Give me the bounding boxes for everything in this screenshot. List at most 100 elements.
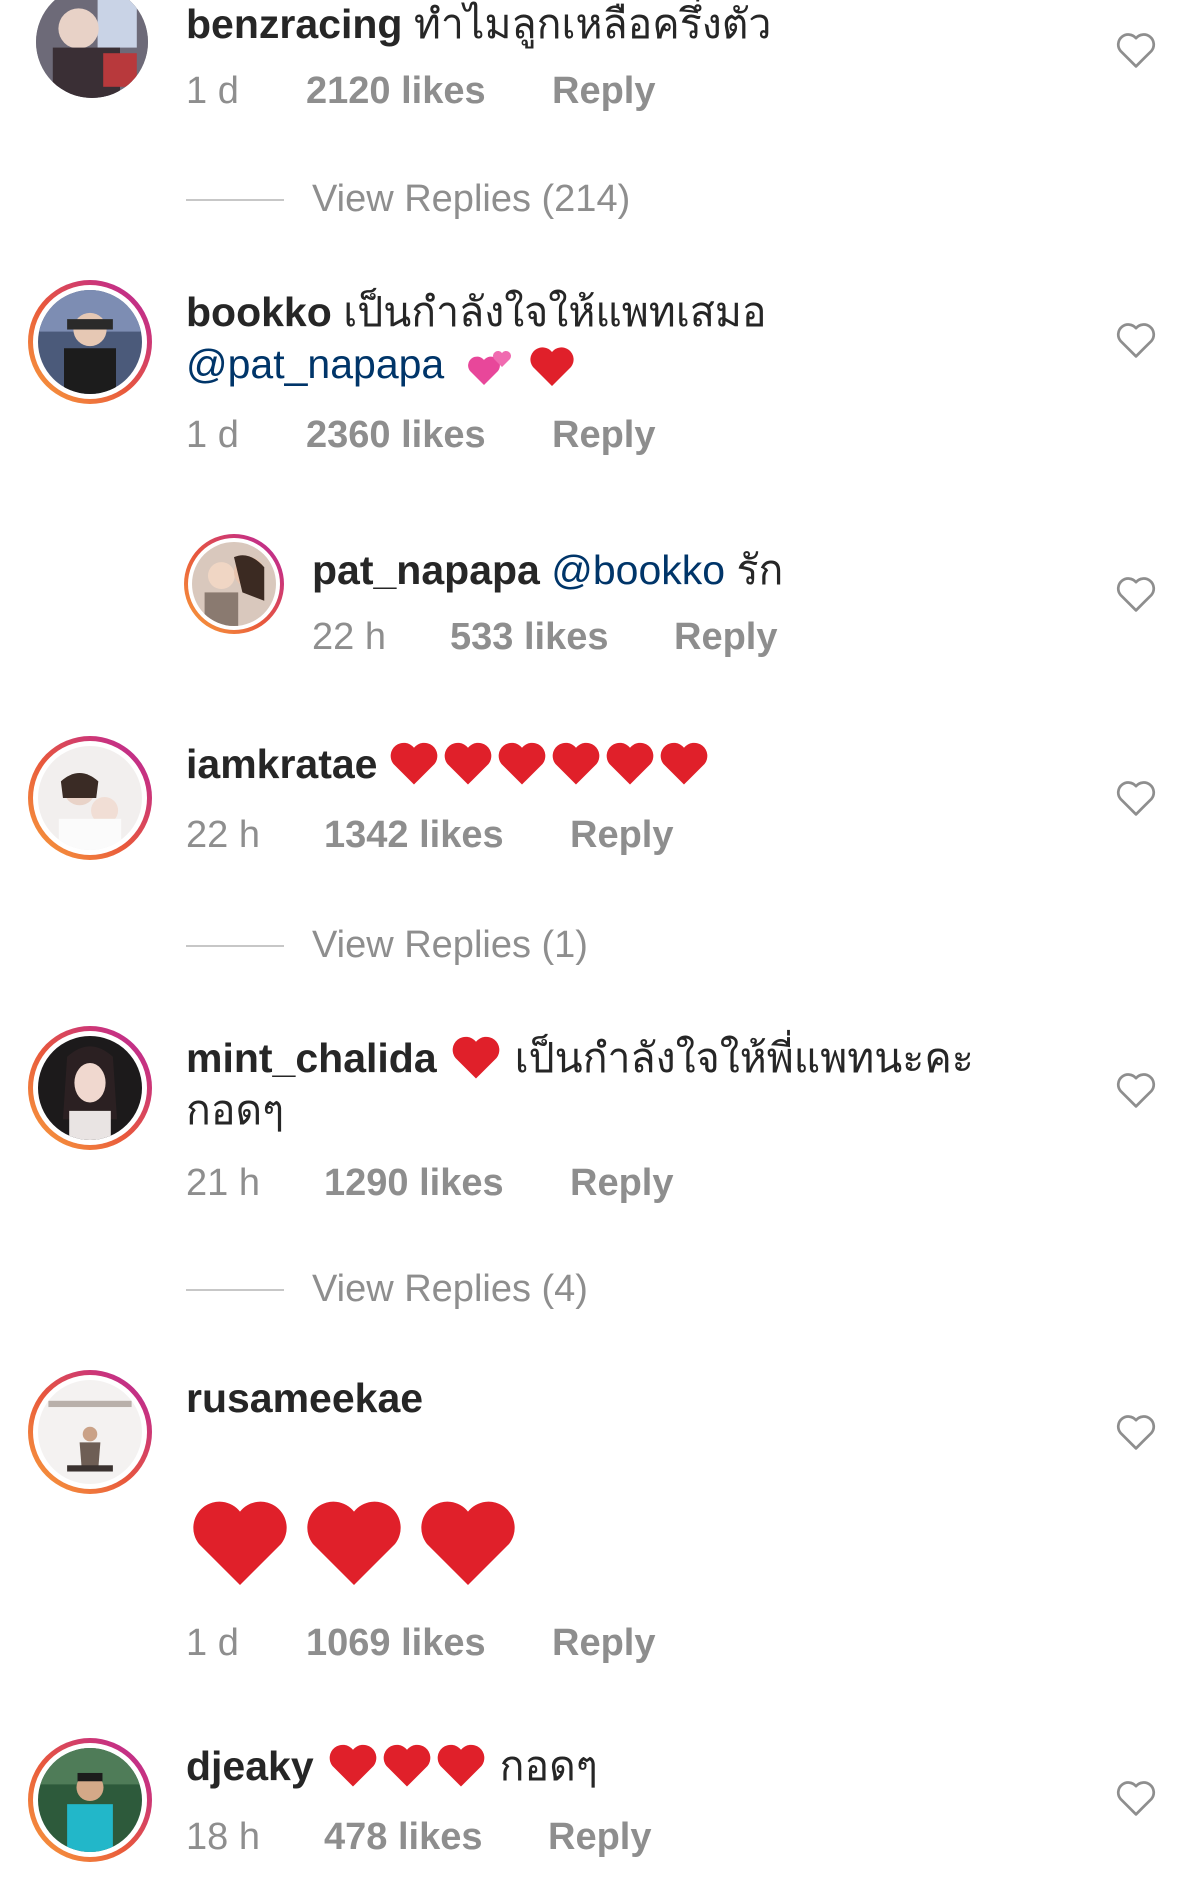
comment-time: 18 h [186, 1816, 260, 1858]
reply-button[interactable]: Reply [552, 70, 655, 113]
red-heart-emoji [657, 739, 711, 789]
two-hearts-emoji [466, 345, 516, 389]
avatar-photo [38, 1748, 142, 1852]
reply-button[interactable]: Reply [674, 616, 777, 659]
view-replies-label: View Replies (214) [312, 178, 631, 220]
red-heart-emoji [441, 739, 495, 789]
avatar-iamkratae[interactable] [28, 736, 152, 860]
likes-count[interactable]: 2360 likes [306, 414, 552, 457]
username[interactable]: djeaky [186, 1740, 314, 1792]
reply-button[interactable]: Reply [570, 1162, 673, 1205]
divider-line [186, 198, 284, 201]
comment-body: djeaky กอดๆ [186, 1740, 598, 1792]
heart-outline-icon[interactable] [1114, 320, 1158, 360]
view-replies-label: View Replies (4) [312, 1268, 588, 1310]
view-replies-label: View Replies (1) [312, 924, 588, 966]
comment-meta: 18 h 478 likes Reply [186, 1816, 651, 1859]
comment-text: ทำไมลูกเหลือครึ่งตัว [413, 1, 772, 47]
red-heart-emoji [414, 1494, 522, 1594]
avatar-djeaky[interactable] [28, 1738, 152, 1862]
comment-meta: 1 d 2360 likes Reply [186, 414, 655, 457]
large-emoji-row [186, 1494, 522, 1594]
likes-count[interactable]: 533 likes [450, 616, 674, 659]
comment-line-1: bookko เป็นกำลังใจให้แพทเสมอ [186, 286, 767, 338]
comment-body: iamkratae [186, 738, 711, 790]
avatar-ring-gap [33, 1031, 147, 1145]
reply-button[interactable]: Reply [548, 1816, 651, 1859]
avatar-ring-gap [188, 538, 280, 630]
comment-meta: 1 d 1069 likes Reply [186, 1622, 655, 1665]
username[interactable]: pat_napapa [312, 547, 540, 593]
reply-time: 22 h [312, 616, 386, 658]
avatar-ring-gap [33, 741, 147, 855]
red-heart-emoji [300, 1494, 408, 1594]
reply-body: pat_napapa @bookko รัก [312, 544, 783, 596]
avatar-pat-napapa[interactable] [184, 534, 284, 634]
reply-text: รัก [736, 547, 784, 593]
likes-count[interactable]: 2120 likes [306, 70, 552, 113]
avatar-photo [38, 290, 142, 394]
avatar-photo [192, 542, 276, 626]
heart-outline-icon[interactable] [1114, 574, 1158, 614]
red-heart-emoji [495, 739, 549, 789]
comment-meta: 1 d 2120 likes Reply [186, 70, 655, 113]
likes-count[interactable]: 1069 likes [306, 1622, 552, 1665]
username[interactable]: benzracing [186, 1, 402, 47]
red-heart-emoji [186, 1494, 294, 1594]
likes-count[interactable]: 1342 likes [324, 814, 570, 857]
comment-time: 1 d [186, 414, 239, 456]
username[interactable]: mint_chalida [186, 1032, 437, 1084]
comment-line-1: mint_chalida เป็นกำลังใจให้พี่แพทนะคะ [186, 1032, 974, 1084]
avatar-photo [38, 1036, 142, 1140]
heart-outline-icon[interactable] [1114, 30, 1158, 70]
username[interactable]: rusameekae [186, 1375, 423, 1421]
comment-text: กอดๆ [499, 1743, 598, 1789]
comment-time: 21 h [186, 1162, 260, 1204]
avatar-ring-gap [33, 285, 147, 399]
avatar-bookko[interactable] [28, 280, 152, 404]
divider-line [186, 1288, 284, 1291]
red-heart-emoji [434, 1741, 488, 1791]
comment-line-2: @pat_napapa [186, 338, 767, 390]
username[interactable]: iamkratae [186, 738, 377, 790]
comment-text: เป็นกำลังใจให้พี่แพทนะคะ [514, 1035, 974, 1081]
username[interactable]: bookko [186, 289, 332, 335]
heart-outline-icon[interactable] [1114, 1412, 1158, 1452]
view-replies-button[interactable]: View Replies (4) [186, 1268, 588, 1311]
comment-body: mint_chalida เป็นกำลังใจให้พี่แพทนะคะ กอ… [186, 1032, 974, 1136]
comment-meta: 21 h 1290 likes Reply [186, 1162, 673, 1205]
red-heart-emoji [549, 739, 603, 789]
red-heart-emoji [387, 739, 441, 789]
avatar-benzracing[interactable] [36, 0, 148, 98]
avatar-rusameekae[interactable] [28, 1370, 152, 1494]
view-replies-button[interactable]: View Replies (1) [186, 924, 588, 967]
heart-outline-icon[interactable] [1114, 1778, 1158, 1818]
emoji-row [326, 1741, 488, 1791]
reply-button[interactable]: Reply [552, 414, 655, 457]
likes-count[interactable]: 478 likes [324, 1816, 548, 1859]
mention-link[interactable]: @pat_napapa [186, 341, 444, 387]
heart-outline-icon[interactable] [1114, 778, 1158, 818]
heart-outline-icon[interactable] [1114, 1070, 1158, 1110]
comment-text: เป็นกำลังใจให้แพทเสมอ [343, 289, 767, 335]
red-heart-emoji [527, 344, 577, 390]
reply-button[interactable]: Reply [552, 1622, 655, 1665]
likes-count[interactable]: 1290 likes [324, 1162, 570, 1205]
comment-body: bookko เป็นกำลังใจให้แพทเสมอ @pat_napapa [186, 286, 767, 390]
avatar-photo [38, 746, 142, 850]
red-heart-emoji [603, 739, 657, 789]
avatar-mint-chalida[interactable] [28, 1026, 152, 1150]
view-replies-button[interactable]: View Replies (214) [186, 178, 630, 221]
comment-line-2: กอดๆ [186, 1087, 285, 1133]
comment-meta: 22 h 1342 likes Reply [186, 814, 673, 857]
mention-link[interactable]: @bookko [551, 547, 725, 593]
comment-time: 1 d [186, 70, 239, 112]
reply-meta: 22 h 533 likes Reply [312, 616, 777, 659]
divider-line [186, 944, 284, 947]
comment-body: rusameekae [186, 1372, 423, 1424]
comment-time: 22 h [186, 814, 260, 856]
comment-body: benzracing ทำไมลูกเหลือครึ่งตัว [186, 0, 771, 50]
comment-time: 1 d [186, 1622, 239, 1664]
reply-button[interactable]: Reply [570, 814, 673, 857]
avatar-photo [38, 1380, 142, 1484]
